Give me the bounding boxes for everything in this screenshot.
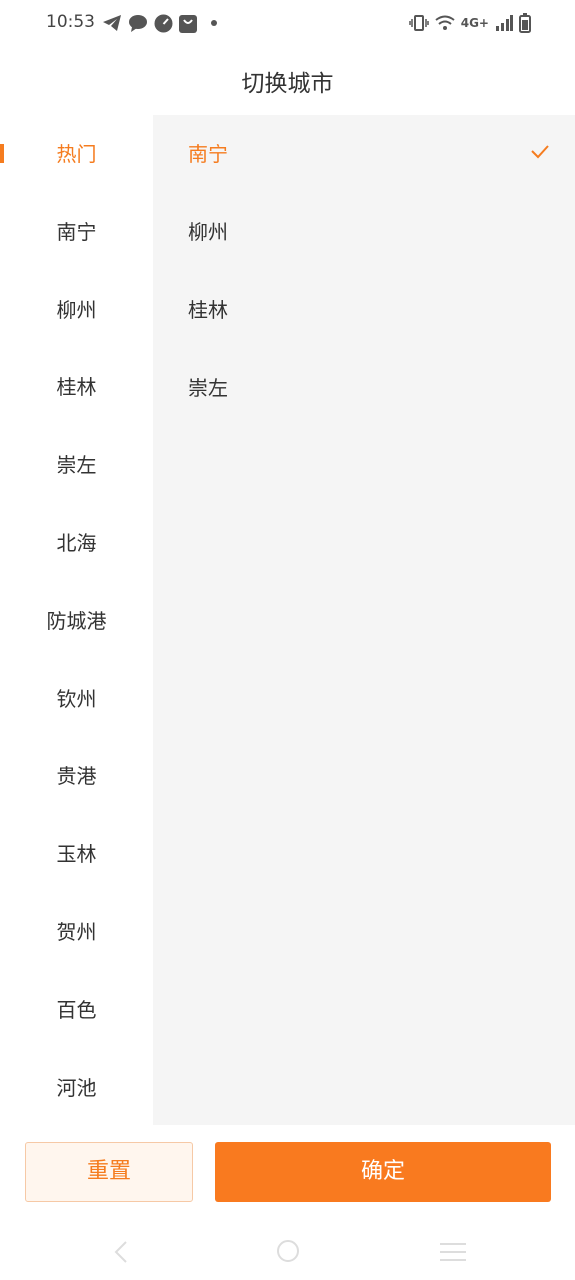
- confirm-button[interactable]: 确定: [215, 1142, 551, 1202]
- shopping-bag-icon: [179, 14, 197, 33]
- category-item-baise[interactable]: 百色: [0, 971, 153, 1049]
- category-label: 热门: [56, 142, 97, 166]
- city-item-nanning[interactable]: 南宁: [153, 115, 575, 193]
- notification-icons: [102, 13, 217, 33]
- category-label: 桂林: [56, 375, 97, 400]
- category-label: 玉林: [56, 842, 97, 867]
- category-item-chongzuo[interactable]: 崇左: [0, 426, 153, 504]
- category-item-qinzhou[interactable]: 钦州: [0, 660, 153, 738]
- category-label: 柳州: [56, 297, 97, 322]
- category-item-beihai[interactable]: 北海: [0, 504, 153, 582]
- navigation-bar: [0, 1222, 575, 1280]
- city-label: 崇左: [188, 376, 228, 400]
- city-item-liuzhou[interactable]: 柳州: [153, 193, 575, 271]
- category-label: 钦州: [56, 686, 97, 711]
- category-label: 防城港: [46, 608, 107, 633]
- city-item-guilin[interactable]: 桂林: [153, 271, 575, 349]
- speedometer-icon: [154, 14, 173, 32]
- category-item-nanning[interactable]: 南宁: [0, 193, 153, 271]
- active-indicator: [0, 144, 4, 163]
- telegram-icon: [103, 15, 121, 31]
- category-label: 河池: [56, 1075, 97, 1100]
- menu-icon[interactable]: [438, 1242, 468, 1262]
- battery-icon: [519, 13, 531, 33]
- category-item-yulin[interactable]: 玉林: [0, 815, 153, 893]
- page-title: 切换城市: [241, 71, 334, 97]
- back-icon[interactable]: [110, 1240, 132, 1264]
- home-icon[interactable]: [276, 1239, 300, 1263]
- category-item-guigang[interactable]: 贵港: [0, 737, 153, 815]
- city-label: 桂林: [188, 298, 228, 322]
- category-label: 北海: [56, 530, 97, 555]
- city-item-chongzuo[interactable]: 崇左: [153, 349, 575, 427]
- wifi-icon: [435, 15, 455, 30]
- city-panel: 南宁 柳州 桂林 崇左: [153, 115, 575, 1125]
- category-label: 百色: [56, 997, 97, 1022]
- category-label: 贺州: [56, 919, 97, 944]
- chat-bubble-icon: [129, 15, 147, 32]
- system-icons: 4G+: [408, 12, 531, 34]
- category-item-hechi[interactable]: 河池: [0, 1049, 153, 1127]
- category-item-fangchenggang[interactable]: 防城港: [0, 582, 153, 660]
- vibrate-icon: [408, 15, 429, 31]
- city-label: 柳州: [188, 220, 228, 244]
- reset-button[interactable]: 重置: [25, 1142, 193, 1202]
- category-item-hezhou[interactable]: 贺州: [0, 893, 153, 971]
- category-label: 南宁: [56, 219, 97, 244]
- status-time: 10:53: [46, 12, 95, 32]
- signal-icon: [496, 15, 513, 31]
- status-bar: 10:53 4G+: [0, 0, 575, 48]
- dot-icon: [211, 20, 217, 26]
- check-icon: [531, 145, 549, 159]
- category-label: 贵港: [56, 764, 97, 789]
- category-label: 崇左: [56, 453, 97, 478]
- city-label: 南宁: [188, 142, 228, 166]
- network-type: 4G+: [460, 16, 489, 30]
- category-item-hot[interactable]: 热门: [0, 115, 153, 193]
- category-list: 热门 南宁 柳州 桂林 崇左 北海 防城港 钦州 贵港 玉林 贺州 百色 河池: [0, 115, 153, 1125]
- category-item-guilin[interactable]: 桂林: [0, 348, 153, 426]
- category-item-liuzhou[interactable]: 柳州: [0, 271, 153, 349]
